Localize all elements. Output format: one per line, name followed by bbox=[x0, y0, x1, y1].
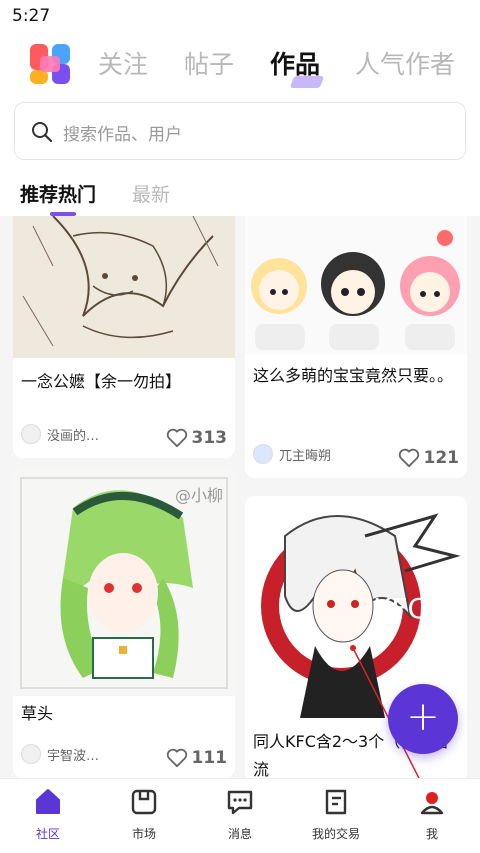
card-author[interactable]: 没画的… bbox=[21, 424, 99, 444]
heart-icon bbox=[166, 428, 187, 448]
market-icon bbox=[131, 789, 157, 815]
author-name: 兀主晦朔 bbox=[279, 448, 332, 464]
tab-follow[interactable]: 关注 bbox=[98, 45, 148, 81]
nav-my-trades[interactable]: 我的交易 bbox=[288, 787, 384, 849]
tab-posts[interactable]: 帖子 bbox=[184, 45, 234, 81]
nav-label: 社区 bbox=[35, 827, 60, 841]
app-logo-icon bbox=[30, 44, 70, 84]
bottom-nav: 社区 市场 消息 我的交易 我 bbox=[0, 778, 480, 853]
card-title: 草头 bbox=[21, 704, 54, 723]
avatar bbox=[253, 444, 273, 464]
plus-icon: + bbox=[406, 694, 440, 740]
author-name: 没画的… bbox=[47, 428, 100, 444]
nav-label: 我 bbox=[425, 827, 438, 841]
nav-community[interactable]: 社区 bbox=[0, 787, 96, 849]
profile-icon bbox=[420, 792, 444, 815]
like-count: 313 bbox=[191, 428, 228, 448]
like-count: 111 bbox=[191, 748, 228, 768]
artwork-image: @小柳 bbox=[13, 468, 235, 696]
nav-label: 市场 bbox=[131, 827, 156, 841]
artwork-image bbox=[13, 216, 235, 358]
sub-tabs: 推荐热门 最新 bbox=[0, 172, 480, 216]
card-title: 这么多萌的宝宝竟然只要。。 bbox=[253, 366, 454, 385]
create-work-button[interactable]: + bbox=[388, 684, 458, 754]
status-bar: 5:27 bbox=[0, 0, 480, 34]
nav-market[interactable]: 市场 bbox=[96, 787, 192, 849]
author-name: 宇智波… bbox=[47, 748, 100, 764]
work-card[interactable]: 一念公嬷【余一勿拍】 没画的… 313 bbox=[13, 216, 235, 458]
search-icon bbox=[32, 122, 53, 143]
avatar bbox=[21, 744, 41, 764]
nav-label: 消息 bbox=[227, 827, 252, 841]
work-card[interactable]: 这么多萌的宝宝竟然只要。。 兀主晦朔 121 bbox=[245, 216, 467, 478]
tab-works[interactable]: 作品 bbox=[270, 45, 320, 81]
message-icon bbox=[227, 790, 253, 815]
heart-icon bbox=[398, 448, 419, 468]
card-title: 一念公嬷【余一勿拍】 bbox=[21, 372, 182, 391]
tab-latest[interactable]: 最新 bbox=[132, 180, 170, 207]
artwork-watermark: @小柳 bbox=[175, 486, 224, 505]
tab-recommended[interactable]: 推荐热门 bbox=[20, 180, 96, 207]
status-time: 5:27 bbox=[12, 6, 51, 26]
top-nav: 关注 帖子 作品 人气作者 bbox=[0, 34, 480, 96]
artwork-image bbox=[245, 216, 467, 354]
search-input[interactable]: 搜索作品、用户 bbox=[14, 102, 466, 160]
like-button[interactable]: 121 bbox=[398, 448, 460, 468]
nav-messages[interactable]: 消息 bbox=[192, 787, 288, 849]
like-button[interactable]: 313 bbox=[166, 428, 228, 448]
like-button[interactable]: 111 bbox=[166, 748, 228, 768]
home-icon bbox=[36, 789, 60, 814]
heart-icon bbox=[166, 748, 187, 768]
search-placeholder: 搜索作品、用户 bbox=[63, 125, 182, 145]
avatar bbox=[21, 424, 41, 444]
nav-label: 我的交易 bbox=[311, 827, 360, 841]
work-card[interactable]: @小柳 草头 宇智波… 111 bbox=[13, 468, 235, 778]
card-author[interactable]: 宇智波… bbox=[21, 744, 99, 764]
like-count: 121 bbox=[423, 448, 460, 468]
artwork-kfc-text: KFC bbox=[373, 592, 428, 625]
tab-popular-authors[interactable]: 人气作者 bbox=[355, 45, 455, 81]
nav-me[interactable]: 我 bbox=[384, 787, 480, 849]
card-author[interactable]: 兀主晦朔 bbox=[253, 444, 331, 464]
trade-icon bbox=[325, 789, 347, 815]
